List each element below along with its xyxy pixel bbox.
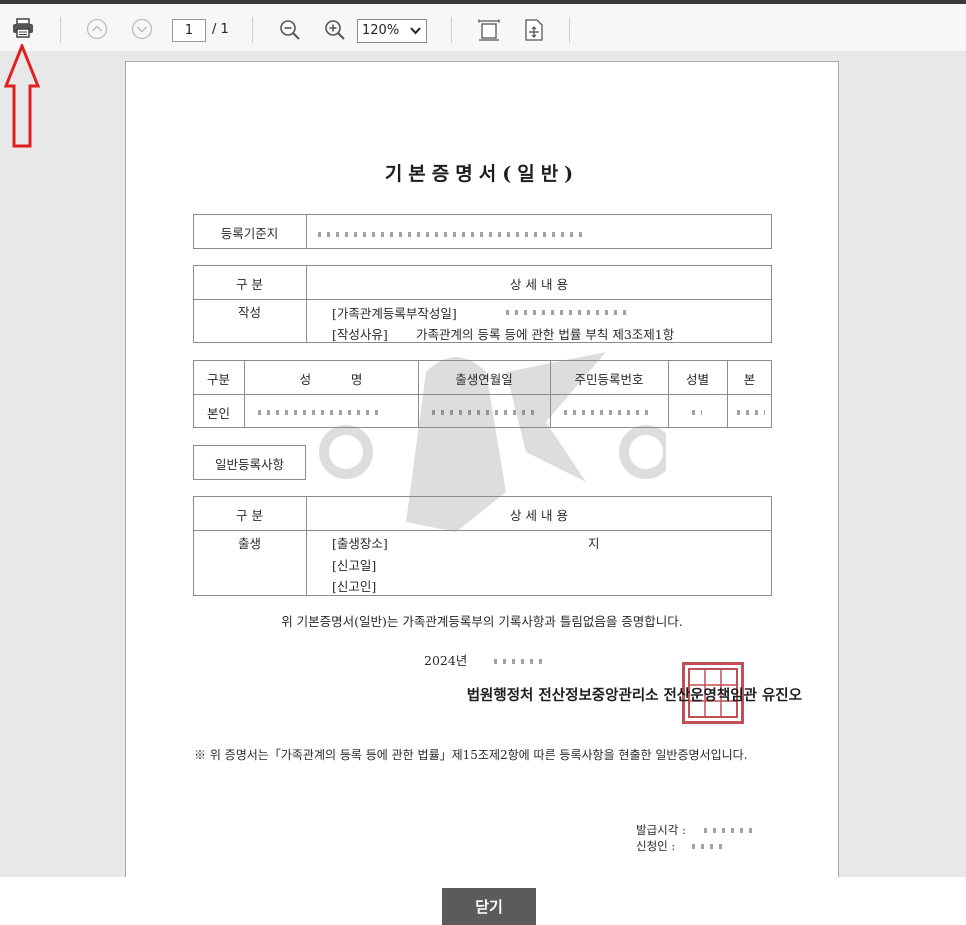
next-page-button[interactable] xyxy=(130,17,154,41)
section2-header-right: 상 세 내 용 xyxy=(510,508,568,523)
issue-time-label: 발급시각 : xyxy=(636,823,686,837)
divider xyxy=(306,214,307,249)
creation-date-label: [가족관계등록부작성일] xyxy=(332,306,457,321)
redacted-text xyxy=(692,410,702,415)
redacted-text xyxy=(506,310,631,315)
dialog-footer: 닫기 xyxy=(0,877,966,925)
applicant-label: 신청인 : xyxy=(636,839,676,853)
print-button[interactable] xyxy=(10,15,36,41)
document-title: 기본증명서(일반) xyxy=(384,163,580,185)
section1-header-right: 상 세 내 용 xyxy=(510,277,568,292)
person-col-header: 출생연월일 xyxy=(455,372,513,387)
person-col-header: 본 xyxy=(743,372,756,387)
page-total-label: / 1 xyxy=(212,22,229,37)
certification-statement: 위 기본증명서(일반)는 가족관계등록부의 기록사항과 틀림없음을 증명합니다. xyxy=(281,614,683,629)
chevron-down-icon xyxy=(410,27,421,35)
fit-width-button[interactable] xyxy=(476,17,502,43)
toolbar-separator xyxy=(60,17,61,43)
toolbar-separator xyxy=(252,17,253,43)
fit-page-icon xyxy=(525,19,543,41)
zoom-select[interactable]: 120% xyxy=(357,19,427,43)
legal-note: ※ 위 증명서는「가족관계의 등록 등에 관한 법률」제15조제2항에 따른 등… xyxy=(194,748,748,762)
pdf-toolbar: / 1 120% xyxy=(0,4,966,51)
redacted-text xyxy=(258,410,383,415)
registry-label: 등록기준지 xyxy=(220,226,279,241)
person-row-label: 본인 xyxy=(206,406,230,421)
divider xyxy=(193,299,772,300)
section1-row-label: 작성 xyxy=(237,305,261,320)
document-page: 기본증명서(일반) 등록기준지 구 분 상 세 내 용 작성 [가족관계등록부작… xyxy=(125,61,839,877)
redacted-text xyxy=(704,828,752,833)
birth-place-suffix: 지 xyxy=(588,536,600,551)
person-col-header: 성 명 xyxy=(299,372,363,387)
issue-date: 2024년 xyxy=(424,653,468,668)
redacted-text xyxy=(432,410,537,415)
redacted-text xyxy=(494,659,542,664)
redacted-text xyxy=(318,232,583,237)
section1-header-left: 구 분 xyxy=(236,277,263,292)
person-col-header: 구분 xyxy=(206,372,230,387)
person-col-header: 성별 xyxy=(685,372,709,387)
birth-place-label: [출생장소] xyxy=(332,536,388,551)
toolbar-separator xyxy=(569,17,570,43)
toolbar-separator xyxy=(451,17,452,43)
prev-page-icon xyxy=(86,18,108,40)
close-button[interactable]: 닫기 xyxy=(442,888,536,925)
zoom-out-button[interactable] xyxy=(277,17,303,43)
red-arrow-annotation xyxy=(4,44,40,148)
issuing-authority: 법원행정처 전산정보중앙관리소 전산운영책임관 유진오 xyxy=(466,688,802,704)
previous-page-button[interactable] xyxy=(85,17,109,41)
section2-row-label: 출생 xyxy=(237,536,261,551)
reporter-label: [신고인] xyxy=(332,579,377,594)
page-number-input[interactable] xyxy=(172,19,206,42)
redacted-text xyxy=(564,410,654,415)
divider xyxy=(193,394,772,395)
zoom-out-icon xyxy=(280,20,300,40)
section2-header-left: 구 분 xyxy=(236,508,263,523)
zoom-in-icon xyxy=(325,20,345,40)
fit-page-button[interactable] xyxy=(521,17,547,43)
fit-width-icon xyxy=(478,19,500,41)
divider xyxy=(193,530,772,531)
zoom-in-button[interactable] xyxy=(322,17,348,43)
next-page-icon xyxy=(131,18,153,40)
redacted-text xyxy=(737,410,765,415)
document-viewer[interactable]: 기본증명서(일반) 등록기준지 구 분 상 세 내 용 작성 [가족관계등록부작… xyxy=(0,51,966,877)
person-col-header: 주민등록번호 xyxy=(574,372,644,387)
report-date-label: [신고일] xyxy=(332,558,377,573)
creation-reason-text: 가족관계의 등록 등에 관한 법률 부칙 제3조제1항 xyxy=(416,327,675,342)
print-icon xyxy=(13,18,33,38)
creation-reason-label: [작성사유] xyxy=(332,327,388,342)
redacted-text xyxy=(692,844,724,849)
issue-meta: 발급시각 : 신청인 : xyxy=(636,822,686,854)
general-registration-label: 일반등록사항 xyxy=(214,457,284,472)
zoom-select-value: 120% xyxy=(362,23,400,38)
